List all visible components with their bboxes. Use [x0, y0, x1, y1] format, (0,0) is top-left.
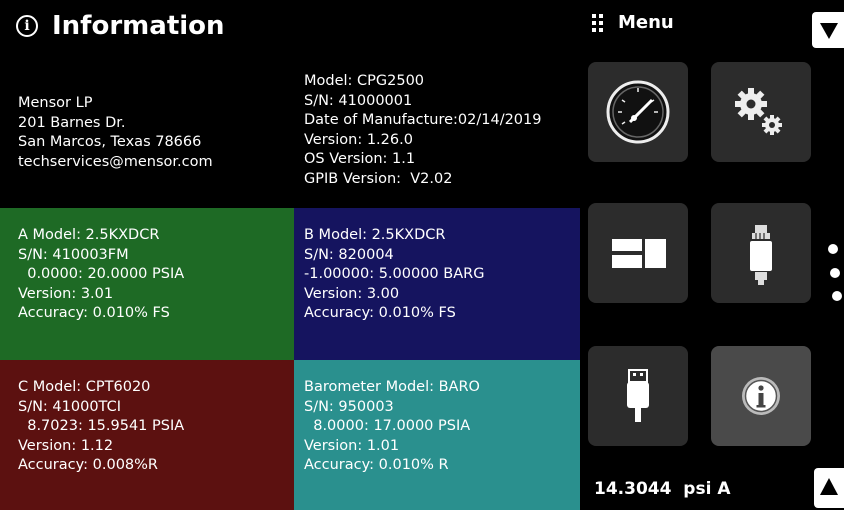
transducer-icon — [750, 225, 772, 285]
company-line: techservices@mensor.com — [18, 153, 213, 170]
usb-tile-button[interactable] — [588, 346, 688, 446]
sensor-line: C Model: CPT6020 — [18, 379, 151, 395]
menu-header: Menu — [580, 0, 844, 50]
page-title: Information — [52, 11, 225, 41]
company-line: Mensor LP — [18, 95, 93, 111]
device-line: GPIB Version: V2.02 — [304, 170, 453, 187]
pressure-reading: 14.3044 psi A — [594, 479, 730, 499]
sensor-line: 8.0000: 17.0000 PSIA — [304, 418, 471, 434]
sensor-line: Accuracy: 0.008%R — [18, 457, 159, 473]
sensor-line: Accuracy: 0.010% FS — [18, 305, 170, 321]
gauge-icon — [606, 80, 670, 144]
reading-unit: psi A — [683, 479, 731, 499]
menu-grip-icon — [592, 14, 604, 34]
sensor-line: -1.00000: 5.00000 BARG — [304, 266, 485, 282]
menu-label: Menu — [618, 12, 674, 33]
sensor-line: Accuracy: 0.010% R — [304, 457, 449, 473]
page-indicator-dot[interactable] — [828, 244, 838, 254]
display-layout-icon — [612, 239, 666, 268]
scroll-up-button[interactable] — [814, 468, 844, 508]
settings-tile-button[interactable] — [711, 62, 811, 162]
sensor-b-panel: B Model: 2.5KXDCR S/N: 820004 -1.00000: … — [294, 208, 580, 360]
sensor-line: Version: 3.01 — [18, 285, 114, 302]
info-header: i Information — [0, 0, 580, 52]
sensor-line: Version: 3.00 — [304, 285, 400, 302]
device-line: Date of Manufacture:02/14/2019 — [304, 112, 542, 128]
transducer-tile-button[interactable] — [711, 203, 811, 303]
device-line: OS Version: 1.1 — [304, 151, 416, 167]
sensor-line: S/N: 820004 — [304, 246, 394, 263]
display-tile-button[interactable] — [588, 203, 688, 303]
sensor-line: B Model: 2.5KXDCR — [304, 227, 446, 243]
gauge-tile-button[interactable] — [588, 62, 688, 162]
info-tile-button[interactable] — [711, 346, 811, 446]
device-info-panel: Mensor LP 201 Barnes Dr. San Marcos, Tex… — [0, 52, 580, 208]
device-info: Model: CPG2500 S/N: 41000001 Date of Man… — [304, 72, 542, 189]
sensor-line: S/N: 41000TCI — [18, 398, 121, 415]
company-line: 201 Barnes Dr. — [18, 114, 126, 131]
sensor-line: Version: 1.12 — [18, 437, 114, 454]
sensor-line: A Model: 2.5KXDCR — [18, 227, 160, 243]
sensor-line: S/N: 950003 — [304, 398, 394, 415]
gears-icon — [735, 88, 782, 135]
sensor-c-panel: C Model: CPT6020 S/N: 41000TCI 8.7023: 1… — [0, 360, 294, 510]
barometer-panel: Barometer Model: BARO S/N: 950003 8.0000… — [294, 360, 580, 510]
sensor-a-panel: A Model: 2.5KXDCR S/N: 410003FM 0.0000: … — [0, 208, 294, 360]
sensor-line: S/N: 410003FM — [18, 246, 129, 263]
sensor-line: Version: 1.01 — [304, 437, 400, 454]
info-icon: i — [16, 15, 38, 37]
company-line: San Marcos, Texas 78666 — [18, 134, 202, 150]
device-line: S/N: 41000001 — [304, 92, 413, 109]
scroll-down-button[interactable] — [812, 12, 844, 48]
page-indicator-dot[interactable] — [830, 268, 840, 278]
device-line: Model: CPG2500 — [304, 73, 425, 89]
info-icon — [742, 377, 780, 415]
sensor-line: Barometer Model: BARO — [304, 379, 480, 395]
reading-value: 14.3044 — [594, 479, 672, 499]
page-indicator-dot[interactable] — [832, 291, 842, 301]
company-info: Mensor LP 201 Barnes Dr. San Marcos, Tex… — [18, 94, 213, 172]
usb-icon — [627, 369, 649, 422]
sensor-line: Accuracy: 0.010% FS — [304, 305, 456, 321]
sensor-line: 8.7023: 15.9541 PSIA — [18, 418, 185, 434]
device-line: Version: 1.26.0 — [304, 131, 413, 148]
sensor-line: 0.0000: 20.0000 PSIA — [18, 266, 185, 282]
